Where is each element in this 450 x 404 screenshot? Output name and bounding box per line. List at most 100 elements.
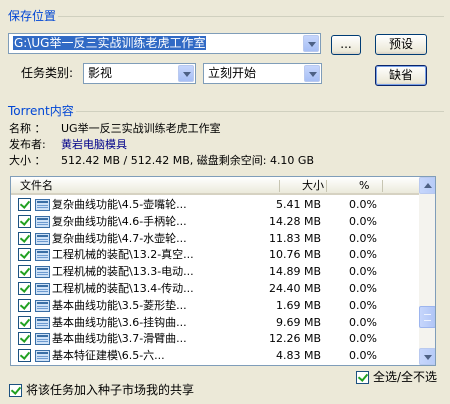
file-row[interactable]: 复杂曲线功能\4.5-壶嘴轮... 5.41 MB 0.0% — [11, 197, 419, 213]
file-icon — [35, 299, 50, 312]
torrent-name-row: 名称 ： UG举一反三实战训练老虎工作室 — [9, 122, 221, 136]
file-progress: 0.0% — [349, 231, 377, 245]
file-name: 复杂曲线功能\4.5-壶嘴轮... — [52, 198, 187, 211]
chevron-down-icon — [424, 355, 432, 360]
chevron-down-icon[interactable] — [303, 35, 319, 52]
chevron-up-icon — [424, 183, 432, 188]
start-mode-select[interactable]: 立刻开始 — [203, 63, 322, 84]
file-list-header: 文件名 大小 % — [11, 177, 419, 195]
file-row[interactable]: 基本曲线功能\3.7-滑臂曲... 12.26 MB 0.0% — [11, 331, 419, 347]
file-name: 基本曲线功能\3.6-挂钩曲... — [52, 315, 187, 329]
file-name: 基本曲线功能\3.7-滑臂曲... — [52, 332, 187, 346]
file-size: 4.83 MB — [275, 349, 321, 363]
file-size: 12.26 MB — [268, 332, 321, 346]
category-value: 影视 — [88, 66, 113, 80]
file-icon — [35, 249, 50, 262]
save-path-combo[interactable]: G:\UG举一反三实战训练老虎工作室 — [8, 33, 321, 54]
file-icon — [35, 199, 50, 211]
chevron-down-icon[interactable] — [178, 65, 194, 82]
file-name: 复杂曲线功能\4.7-水壶轮... — [52, 231, 187, 245]
file-row[interactable]: 基本特征建模\6.5-六... 4.83 MB 0.0% — [11, 348, 419, 364]
file-progress: 0.0% — [349, 315, 377, 329]
file-icon — [35, 215, 50, 228]
file-checkbox[interactable] — [18, 214, 31, 228]
file-size: 1.69 MB — [275, 298, 321, 312]
size-label: 大小 ： — [9, 154, 46, 167]
save-path-value: G:\UG举一反三实战训练老虎工作室 — [13, 36, 207, 50]
file-icon — [35, 316, 50, 329]
file-name: 复杂曲线功能\4.6-手柄轮... — [52, 214, 187, 228]
file-name: 基本曲线功能\3.5-菱形垫... — [52, 298, 187, 312]
file-checkbox[interactable] — [18, 248, 31, 262]
file-progress: 0.0% — [349, 282, 377, 295]
file-checkbox[interactable] — [18, 332, 31, 346]
file-checkbox[interactable] — [18, 315, 31, 329]
file-row[interactable]: 基本曲线功能\3.5-菱形垫... 1.69 MB 0.0% — [11, 298, 419, 314]
file-size: 5.41 MB — [275, 198, 321, 211]
category-select[interactable]: 影视 — [83, 63, 196, 84]
file-progress: 0.0% — [349, 298, 377, 312]
preset-button[interactable]: 预设 — [375, 34, 427, 55]
select-all-label[interactable]: 全选/全不选 — [373, 370, 437, 384]
size-row: 大小 ： 512.42 MB / 512.42 MB, 磁盘剩余空间: 4.10 … — [9, 154, 314, 168]
file-size: 9.69 MB — [275, 315, 321, 329]
name-label: 名称 ： — [9, 122, 46, 135]
column-header-pct[interactable]: % — [359, 177, 369, 194]
file-progress: 0.0% — [349, 248, 377, 262]
file-row[interactable]: 工程机械的装配\13.2-真空... 10.76 MB 0.0% — [11, 247, 419, 263]
file-checkbox[interactable] — [18, 265, 31, 279]
file-icon — [35, 333, 50, 346]
publisher-row: 发布者: 黄岩电脑模具 — [9, 138, 127, 152]
file-progress: 0.0% — [349, 332, 377, 346]
start-mode-value: 立刻开始 — [208, 66, 257, 80]
file-row[interactable]: 复杂曲线功能\4.6-手柄轮... 14.28 MB 0.0% — [11, 214, 419, 230]
file-icon — [35, 350, 50, 363]
file-progress: 0.0% — [349, 198, 377, 211]
torrent-group-title: Torrent内容 — [6, 104, 76, 118]
share-label[interactable]: 将该任务加入种子市场我的共享 — [26, 383, 194, 397]
column-header-size[interactable]: 大小 — [302, 177, 324, 194]
file-icon — [35, 266, 50, 279]
share-checkbox[interactable] — [9, 384, 22, 397]
file-checkbox[interactable] — [18, 298, 31, 312]
file-size: 11.83 MB — [268, 231, 321, 245]
save-group-border — [6, 16, 444, 17]
file-checkbox[interactable] — [18, 231, 31, 245]
file-icon — [35, 283, 50, 295]
file-size: 14.89 MB — [268, 265, 321, 279]
default-button[interactable]: 缺省 — [375, 65, 427, 86]
file-name: 工程机械的装配\13.3-电动... — [52, 265, 194, 279]
browse-button[interactable]: ... — [331, 35, 361, 55]
file-progress: 0.0% — [349, 349, 377, 363]
publisher-value: 黄岩电脑模具 — [61, 138, 127, 151]
column-header-name[interactable]: 文件名 — [20, 177, 53, 194]
file-list[interactable]: 文件名 大小 % 复杂曲线功能\4.5-壶嘴轮... 5.41 MB 0.0% 复杂曲… — [10, 176, 436, 366]
file-checkbox[interactable] — [18, 282, 31, 295]
file-progress: 0.0% — [349, 214, 377, 228]
file-icon — [35, 232, 50, 245]
file-name: 基本特征建模\6.5-六... — [52, 349, 165, 363]
vertical-scrollbar[interactable] — [419, 177, 435, 365]
file-row[interactable]: 复杂曲线功能\4.7-水壶轮... 11.83 MB 0.0% — [11, 231, 419, 247]
scroll-up-button[interactable] — [419, 177, 435, 194]
file-row[interactable]: 基本曲线功能\3.6-挂钩曲... 9.69 MB 0.0% — [11, 315, 419, 331]
publisher-label: 发布者: — [9, 138, 46, 151]
select-all-checkbox[interactable] — [356, 371, 369, 384]
scroll-down-button[interactable] — [419, 348, 435, 365]
file-size: 14.28 MB — [268, 214, 321, 228]
file-name: 工程机械的装配\13.2-真空... — [52, 248, 194, 262]
size-value: 512.42 MB / 512.42 MB, 磁盘剩余空间: 4.10 GB — [61, 154, 314, 167]
file-row[interactable]: 工程机械的装配\13.3-电动... 14.89 MB 0.0% — [11, 264, 419, 280]
scroll-thumb[interactable] — [419, 306, 435, 329]
file-row[interactable]: 工程机械的装配\13.4-传动... 24.40 MB 0.0% — [11, 281, 419, 297]
category-label: 任务类别: — [21, 66, 74, 80]
file-name: 工程机械的装配\13.4-传动... — [52, 282, 194, 295]
file-size: 24.40 MB — [268, 282, 321, 295]
torrent-name-value: UG举一反三实战训练老虎工作室 — [61, 122, 221, 135]
file-progress: 0.0% — [349, 265, 377, 279]
file-size: 10.76 MB — [268, 248, 321, 262]
file-checkbox[interactable] — [18, 349, 31, 363]
file-checkbox[interactable] — [18, 198, 31, 211]
save-group-title: 保存位置 — [6, 9, 59, 23]
chevron-down-icon[interactable] — [304, 65, 320, 82]
